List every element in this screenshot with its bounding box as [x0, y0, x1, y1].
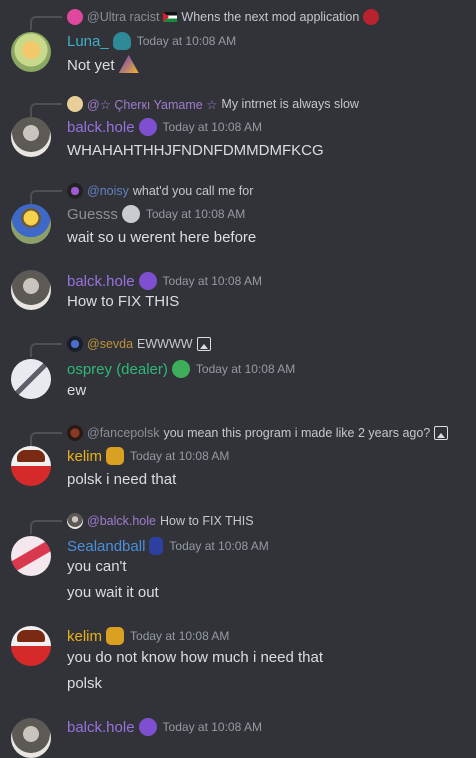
- role-badge-icon: [112, 32, 131, 50]
- timestamp: Today at 10:08 AM: [145, 207, 246, 221]
- reply-author[interactable]: @☆ Çherкı Yamame ☆: [87, 97, 217, 112]
- message-text: polsk: [67, 675, 103, 692]
- reply-preview[interactable]: @sevda EWWWW: [67, 335, 211, 353]
- role-badge-icon: [138, 718, 157, 736]
- message-text: polsk i need that: [67, 471, 177, 488]
- reply-author[interactable]: @fancepolsk: [87, 426, 159, 440]
- reply-connector: [30, 16, 62, 30]
- reply-preview[interactable]: @fancepolsk you mean this program i made…: [67, 424, 449, 442]
- username[interactable]: Luna_: [67, 33, 109, 50]
- avatar[interactable]: [11, 117, 51, 157]
- message-header: osprey (dealer) Today at 10:08 AM: [67, 359, 295, 379]
- avatar[interactable]: [11, 270, 51, 310]
- message-text: you can't: [67, 558, 127, 575]
- avatar[interactable]: [11, 359, 51, 399]
- message-header: Guesss Today at 10:08 AM: [67, 204, 245, 224]
- reply-preview[interactable]: @Ultra racist Whens the next mod applica…: [67, 8, 380, 26]
- reply-avatar: [67, 513, 83, 529]
- reply-author[interactable]: @sevda: [87, 337, 133, 351]
- reply-text: EWWWW: [137, 337, 193, 351]
- reply-connector: [30, 190, 62, 204]
- reply-preview[interactable]: @balck.hole How to FIX THIS: [67, 512, 254, 530]
- reply-avatar: [67, 183, 83, 199]
- timestamp: Today at 10:08 AM: [169, 539, 269, 553]
- avatar[interactable]: [11, 536, 51, 576]
- reply-author[interactable]: @Ultra racist: [87, 10, 159, 24]
- image-attachment-icon: [434, 426, 449, 440]
- message-text: you do not know how much i need that: [67, 649, 323, 666]
- username[interactable]: Sealandball: [67, 538, 145, 555]
- message-header: Luna_ Today at 10:08 AM: [67, 31, 236, 51]
- avatar[interactable]: [11, 718, 51, 758]
- username[interactable]: balck.hole: [67, 273, 135, 290]
- avatar[interactable]: [11, 626, 51, 666]
- message-header: Sealandball Today at 10:08 AM: [67, 536, 269, 556]
- reply-text: Whens the next mod application: [181, 10, 360, 24]
- reply-avatar: [67, 9, 83, 25]
- username[interactable]: osprey (dealer): [67, 361, 168, 378]
- reply-avatar: [67, 96, 83, 112]
- message-header: balck.hole Today at 10:08 AM: [67, 717, 262, 737]
- username[interactable]: kelim: [67, 628, 102, 645]
- role-badge-icon: [138, 118, 157, 136]
- reply-preview[interactable]: @☆ Çherкı Yamame ☆ My intrnet is always …: [67, 95, 359, 113]
- message-text: wait so u werent here before: [67, 229, 257, 246]
- timestamp: Today at 10:08 AM: [136, 34, 237, 48]
- reply-preview[interactable]: @noisy what'd you call me for: [67, 182, 253, 200]
- message-text: you wait it out: [67, 584, 159, 601]
- username[interactable]: balck.hole: [67, 119, 135, 136]
- timestamp: Today at 10:08 AM: [162, 120, 262, 134]
- timestamp: Today at 10:08 AM: [195, 362, 296, 376]
- role-badge-icon: [171, 360, 190, 378]
- reply-avatar: [67, 336, 83, 352]
- message-text: How to FIX THIS: [67, 293, 180, 310]
- username[interactable]: Guesss: [67, 206, 118, 223]
- avatar[interactable]: [11, 204, 51, 244]
- reply-author[interactable]: @noisy: [87, 184, 129, 198]
- message-text: WHAHAHTHHJFNDNFDMMDMFKCG: [67, 142, 324, 159]
- reply-connector: [30, 103, 62, 117]
- reply-connector: [30, 343, 62, 357]
- username[interactable]: kelim: [67, 448, 102, 465]
- timestamp: Today at 10:08 AM: [162, 274, 262, 288]
- reply-connector: [30, 432, 62, 446]
- reply-text: you mean this program i made like 2 year…: [163, 426, 431, 440]
- reply-author[interactable]: @balck.hole: [87, 514, 156, 528]
- role-badge-icon: [138, 272, 157, 290]
- username[interactable]: balck.hole: [67, 719, 135, 736]
- message-header: kelim Today at 10:08 AM: [67, 446, 229, 466]
- reply-text: My intrnet is always slow: [221, 97, 359, 111]
- role-badge-icon: [106, 447, 125, 465]
- image-attachment-icon: [196, 337, 211, 351]
- avatar[interactable]: [11, 32, 51, 72]
- timestamp: Today at 10:08 AM: [130, 629, 230, 643]
- timestamp: Today at 10:08 AM: [162, 720, 262, 734]
- reply-text: How to FIX THIS: [159, 514, 254, 528]
- message-header: balck.hole Today at 10:08 AM: [67, 271, 262, 291]
- avatar[interactable]: [11, 446, 51, 486]
- role-badge-icon: [106, 627, 125, 645]
- message-header: kelim Today at 10:08 AM: [67, 626, 229, 646]
- flag-icon: [163, 12, 178, 22]
- message-text: Not yet: [67, 55, 139, 74]
- timestamp: Today at 10:08 AM: [130, 449, 230, 463]
- pyramid-emoji-icon: [118, 55, 139, 73]
- role-badge-icon: [149, 537, 164, 555]
- message-header: balck.hole Today at 10:08 AM: [67, 117, 262, 137]
- role-badge-icon: [121, 205, 140, 223]
- reply-text: what'd you call me for: [132, 184, 254, 198]
- reply-emoji-icon: [363, 9, 380, 25]
- reply-avatar: [67, 425, 83, 441]
- message-text: ew: [67, 382, 87, 399]
- reply-connector: [30, 520, 62, 534]
